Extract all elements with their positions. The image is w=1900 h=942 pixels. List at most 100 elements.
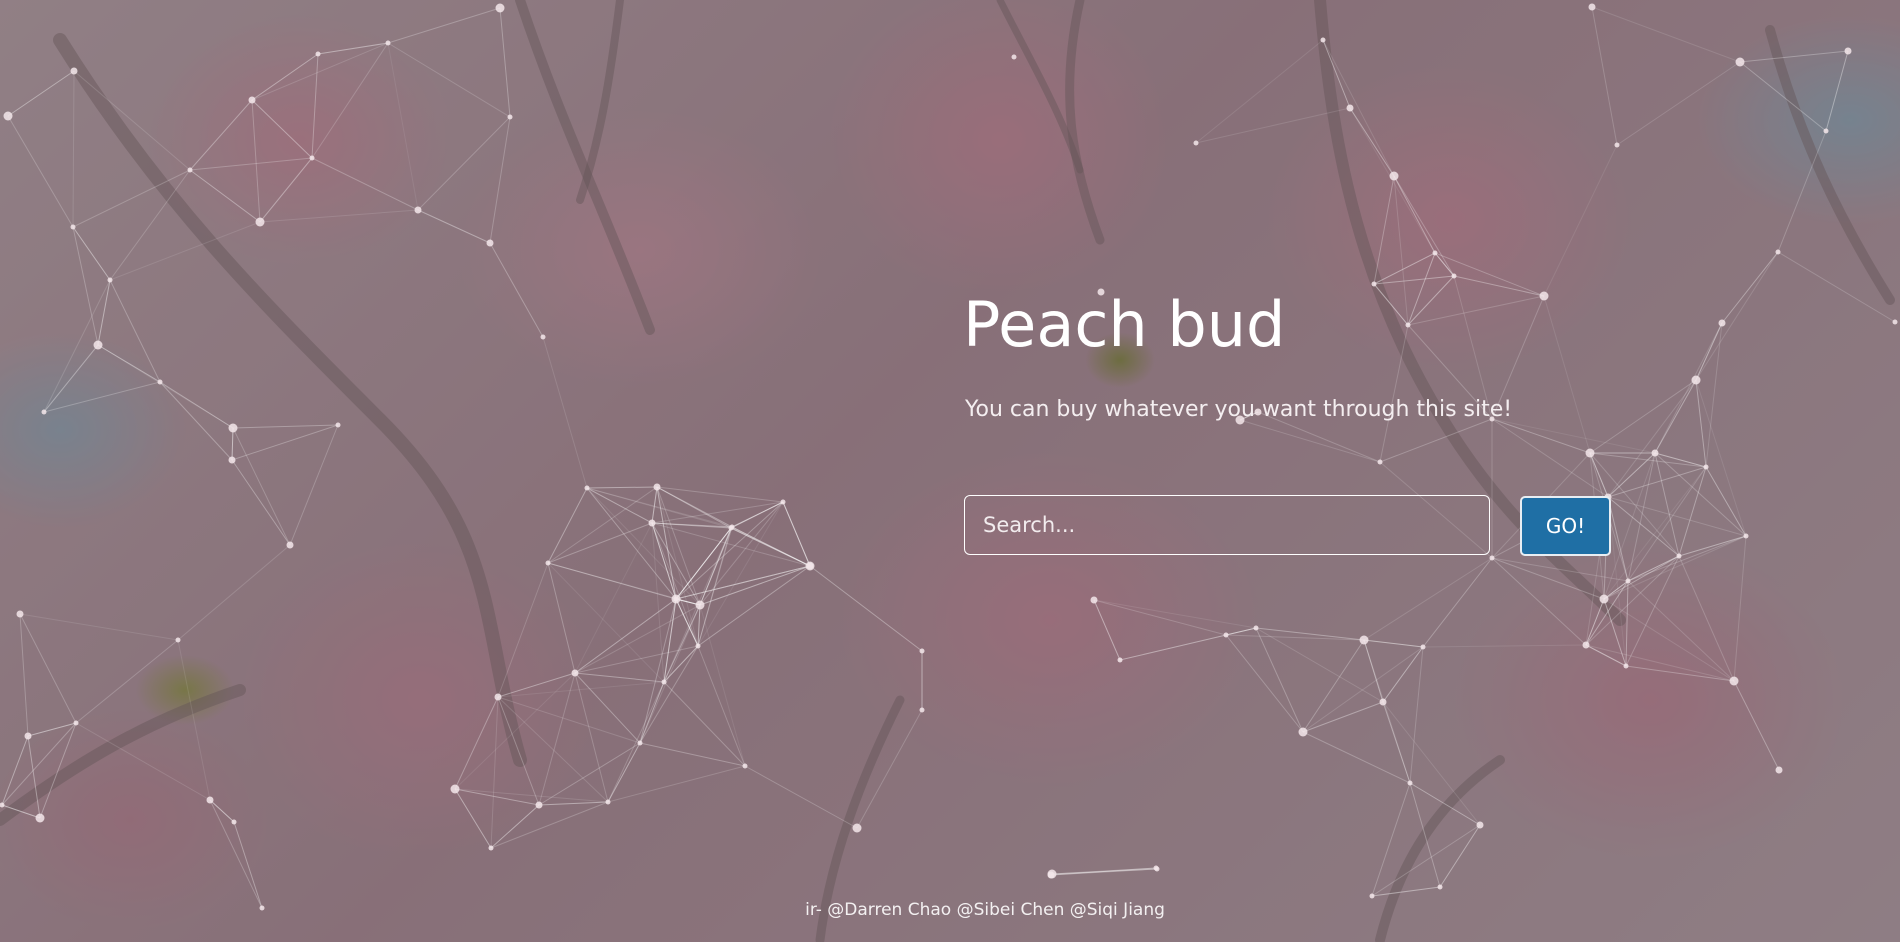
network-link	[675, 565, 811, 600]
network-link	[547, 486, 658, 564]
network-link	[1349, 107, 1395, 177]
network-link	[656, 486, 733, 528]
network-node	[1298, 727, 1308, 737]
network-node	[1585, 448, 1595, 458]
network-link	[231, 459, 291, 546]
network-link	[1371, 782, 1411, 897]
network-link	[39, 722, 77, 819]
network-link	[317, 42, 389, 55]
search-input[interactable]	[964, 495, 1490, 555]
network-link	[586, 486, 658, 489]
network-link	[697, 645, 746, 767]
network-link	[1349, 107, 1436, 254]
network-link	[489, 116, 511, 244]
network-node	[1193, 140, 1199, 146]
network-node	[661, 679, 667, 685]
network-link	[289, 424, 339, 546]
network-node	[1588, 3, 1596, 11]
network-node	[919, 648, 925, 654]
network-node	[1379, 698, 1387, 706]
network-link	[607, 681, 665, 803]
network-link	[232, 424, 339, 429]
network-link	[1322, 39, 1351, 109]
network-link	[1678, 466, 1707, 557]
network-link	[1543, 144, 1618, 297]
network-link	[1695, 251, 1779, 381]
network-link	[1, 735, 29, 806]
network-link	[699, 526, 733, 606]
network-link	[697, 565, 811, 647]
network-node	[1377, 459, 1383, 465]
network-node	[1743, 533, 1749, 539]
network-link	[1373, 275, 1455, 285]
network-node	[1735, 57, 1745, 67]
network-node	[1223, 632, 1229, 638]
network-link	[1616, 61, 1741, 146]
network-node	[1892, 319, 1898, 325]
network-link	[1591, 6, 1618, 146]
network-link	[1093, 599, 1227, 636]
network-link	[607, 765, 746, 803]
network-node	[1090, 596, 1098, 604]
network-link	[109, 221, 261, 281]
network-link	[209, 799, 235, 823]
network-node	[70, 224, 76, 230]
network-link	[1739, 50, 1849, 63]
network-link	[1093, 599, 1257, 629]
network-link	[1422, 557, 1493, 648]
network-node	[1582, 641, 1590, 649]
network-link	[75, 639, 179, 724]
network-link	[547, 562, 576, 674]
network-link	[1591, 6, 1741, 63]
network-node	[93, 340, 103, 350]
network-link	[574, 604, 701, 674]
network-link	[1825, 50, 1849, 132]
network-node	[16, 610, 24, 618]
network-link	[7, 70, 75, 117]
network-link	[1093, 599, 1121, 661]
network-link	[19, 613, 77, 724]
network-link	[1777, 251, 1896, 323]
network-node	[1651, 449, 1659, 457]
go-button[interactable]: GO!	[1520, 496, 1611, 556]
network-link	[1371, 886, 1441, 897]
network-node	[637, 740, 643, 746]
network-link	[311, 42, 389, 159]
network-link	[1255, 627, 1304, 733]
network-link	[547, 522, 653, 564]
network-link	[1678, 535, 1747, 557]
network-link	[1603, 535, 1747, 600]
network-link	[651, 486, 658, 524]
network-link	[73, 70, 191, 171]
network-node	[852, 823, 862, 833]
network-link	[7, 115, 74, 228]
network-link	[675, 598, 699, 647]
network-link	[699, 565, 811, 606]
network-node	[1011, 54, 1017, 60]
network-link	[1371, 824, 1481, 897]
network-node	[1823, 128, 1829, 134]
network-link	[1733, 680, 1780, 771]
network-link	[43, 381, 161, 413]
network-link	[1239, 419, 1381, 463]
network-node	[385, 40, 391, 46]
network-link	[251, 42, 389, 101]
network-node	[605, 799, 611, 805]
network-link	[27, 722, 77, 737]
network-node	[248, 96, 256, 104]
network-link	[454, 788, 492, 849]
network-link	[43, 344, 99, 413]
network-link	[1322, 39, 1395, 177]
network-node	[653, 483, 661, 491]
network-link	[1195, 107, 1351, 144]
network-node	[107, 277, 113, 283]
network-link	[454, 672, 576, 790]
network-link	[542, 336, 588, 489]
network-link	[1302, 731, 1411, 784]
network-node	[73, 720, 79, 726]
network-link	[231, 427, 234, 461]
network-node	[175, 637, 181, 643]
network-link	[259, 157, 313, 223]
network-link	[1225, 627, 1257, 636]
network-link	[651, 522, 701, 606]
